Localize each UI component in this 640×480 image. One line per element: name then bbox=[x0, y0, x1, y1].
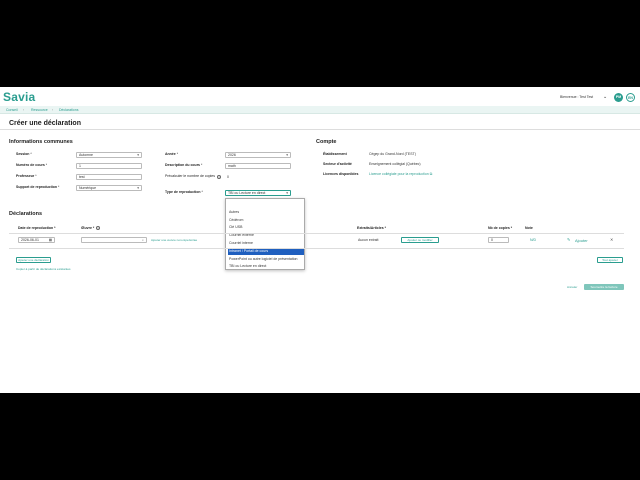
teacher-input[interactable]: test bbox=[76, 174, 142, 180]
teacher-label: Professeur * bbox=[16, 174, 37, 178]
session-select[interactable]: Automne ▾ bbox=[76, 152, 142, 158]
repro-type-label: Type de reproduction * bbox=[165, 190, 203, 194]
welcome-text: Bienvenue : Test Test bbox=[560, 95, 594, 99]
info-icon[interactable]: i bbox=[217, 175, 221, 179]
account-title: Compte bbox=[316, 139, 337, 145]
dropdown-option[interactable] bbox=[228, 201, 304, 208]
reproduction-date-input[interactable]: 2026-06-01 ▦ bbox=[18, 237, 55, 243]
copies-input[interactable]: 0 bbox=[488, 237, 509, 243]
year-label: Année * bbox=[165, 152, 179, 156]
column-header-date: Date de reproduction * bbox=[18, 226, 56, 230]
license-link[interactable]: Licence collégiale pour la reproduction … bbox=[369, 172, 432, 176]
save-all-button[interactable]: Tout ajouter bbox=[597, 257, 623, 263]
establishment-label: Établissement bbox=[323, 152, 347, 156]
declarations-title: Déclarations bbox=[9, 211, 43, 217]
info-icon[interactable]: i bbox=[96, 226, 100, 230]
extracts-value: Aucun extrait bbox=[358, 238, 379, 242]
divider bbox=[0, 129, 640, 130]
calendar-icon[interactable]: ▦ bbox=[49, 238, 52, 243]
year-select[interactable]: 2026 ▾ bbox=[225, 152, 291, 158]
column-header-extracts: Extraits/Articles * bbox=[357, 226, 386, 230]
support-select[interactable]: Numérique ▾ bbox=[76, 185, 142, 191]
cancel-link[interactable]: Annuler bbox=[567, 285, 577, 289]
breadcrumb-item-conseil[interactable]: Conseil bbox=[6, 108, 18, 112]
note-value[interactable]: N/D bbox=[530, 238, 536, 242]
course-number-label: Numéro de cours * bbox=[16, 163, 48, 167]
column-header-note: Note bbox=[525, 226, 533, 230]
precalc-label: Précalculer le nombre de copies bbox=[165, 174, 215, 178]
support-label: Support de reproduction * bbox=[16, 185, 60, 189]
common-info-title: Informations communes bbox=[9, 139, 73, 145]
dropdown-option[interactable]: Autres bbox=[228, 209, 304, 216]
sector-label: Secteur d'activité bbox=[323, 162, 352, 166]
course-number-input[interactable]: 1 bbox=[76, 163, 142, 169]
submit-button[interactable]: Soumettre la facture bbox=[584, 284, 624, 290]
avatar[interactable]: PM bbox=[614, 93, 623, 102]
repro-type-select[interactable]: TBI ou Lecture en direct ▾ bbox=[225, 190, 291, 196]
app-screen: Savia Bienvenue : Test Test ⌄ PM EN Cons… bbox=[0, 87, 640, 393]
breadcrumb: Conseil › Ressource › Déclarations bbox=[0, 106, 640, 114]
top-bar: Savia Bienvenue : Test Test ⌄ PM EN bbox=[0, 87, 640, 106]
table-divider bbox=[9, 248, 624, 249]
add-unlisted-work-link[interactable]: Ajouter une œuvre non-répertoriée bbox=[151, 238, 197, 242]
licenses-label: Licences disponibles bbox=[323, 172, 359, 176]
course-description-label: Description du cours * bbox=[165, 163, 203, 167]
language-toggle-button[interactable]: EN bbox=[626, 93, 635, 102]
dropdown-option[interactable]: Intranet / Portail de cours bbox=[228, 247, 304, 255]
edit-icon[interactable]: ✎ bbox=[567, 237, 570, 242]
work-search-input[interactable]: ⌕ bbox=[81, 237, 147, 243]
dropdown-option[interactable]: Clé USB bbox=[228, 224, 304, 231]
app-logo[interactable]: Savia bbox=[3, 90, 35, 104]
breadcrumb-item-declarations[interactable]: Déclarations bbox=[59, 108, 78, 112]
dropdown-option[interactable]: Courriel interne bbox=[228, 240, 304, 247]
precalc-value: 0 bbox=[227, 175, 229, 179]
delete-icon[interactable]: ✕ bbox=[610, 237, 613, 242]
add-declaration-button[interactable]: Ajouter une déclaration bbox=[16, 257, 51, 263]
search-icon[interactable]: ⌕ bbox=[142, 238, 144, 243]
repro-type-dropdown: Autres Cédérom Clé USB Courriel externe Cour… bbox=[225, 198, 305, 270]
add-extract-button[interactable]: Ajouter ou modifier bbox=[401, 237, 439, 243]
establishment-value: Cégep du Grand-Nord (TEST) bbox=[369, 152, 416, 156]
dropdown-option[interactable]: PowerPoint ou autre logiciel de présenta… bbox=[228, 256, 304, 263]
dropdown-option[interactable]: TBI ou Lecture en direct bbox=[228, 263, 304, 270]
column-header-work: Œuvre * bbox=[81, 226, 95, 230]
page-title: Créer une déclaration bbox=[9, 120, 81, 127]
course-description-input[interactable]: math bbox=[225, 163, 291, 169]
sector-value: Enseignement collégial (Québec) bbox=[369, 162, 421, 166]
chevron-down-icon[interactable]: ⌄ bbox=[603, 94, 607, 100]
session-label: Session * bbox=[16, 152, 32, 156]
copy-existing-link[interactable]: Copier à partir de déclarations existant… bbox=[16, 267, 71, 271]
add-row-link[interactable]: Ajouter bbox=[575, 238, 588, 243]
dropdown-option[interactable]: Cédérom bbox=[228, 217, 304, 224]
breadcrumb-separator: › bbox=[23, 108, 25, 112]
column-header-copies: Nb de copies * bbox=[488, 226, 513, 230]
breadcrumb-item-ressource[interactable]: Ressource bbox=[31, 108, 48, 112]
breadcrumb-separator: › bbox=[52, 108, 54, 112]
table-divider bbox=[9, 233, 624, 234]
